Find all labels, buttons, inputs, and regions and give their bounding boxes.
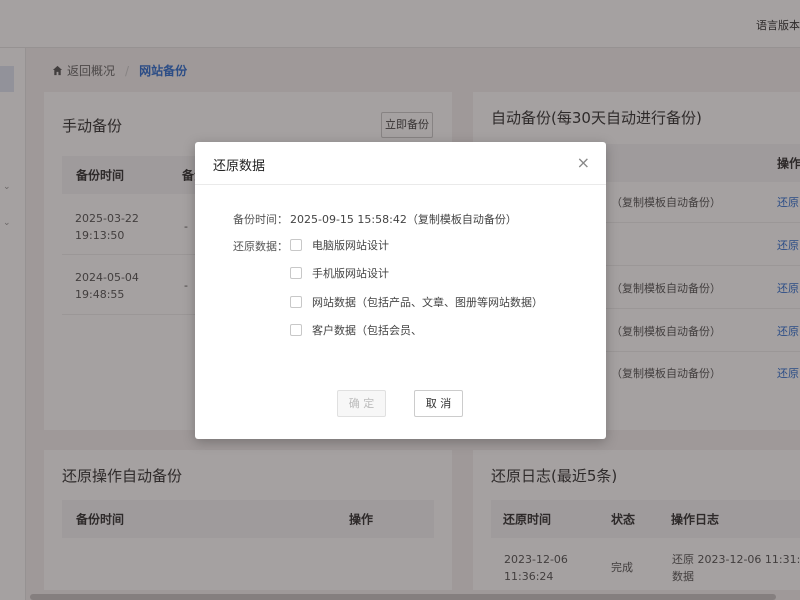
checkbox[interactable] [290,239,302,251]
close-icon[interactable]: × [577,153,590,172]
option-customer-data[interactable]: 客户数据（包括会员、 [290,322,422,338]
dialog-title: 还原数据 [213,159,266,174]
option-pc-design[interactable]: 电脑版网站设计 [290,237,389,253]
restore-data-dialog: 还原数据 × 备份时间： 2025-09-15 15:58:42（复制模板自动备… [195,142,606,439]
option-site-data[interactable]: 网站数据（包括产品、文章、图册等网站数据） [290,294,543,310]
checkbox[interactable] [290,267,302,279]
cancel-button[interactable]: 取 消 [414,390,463,417]
checkbox[interactable] [290,296,302,308]
dialog-header: 还原数据 × [195,142,606,185]
confirm-button[interactable]: 确 定 [337,390,386,417]
restore-data-label: 还原数据： [233,240,288,253]
option-mobile-design[interactable]: 手机版网站设计 [290,265,389,281]
backup-time-label: 备份时间： [233,213,288,226]
checkbox[interactable] [290,324,302,336]
backup-time-value: 2025-09-15 15:58:42（复制模板自动备份） [290,213,517,226]
